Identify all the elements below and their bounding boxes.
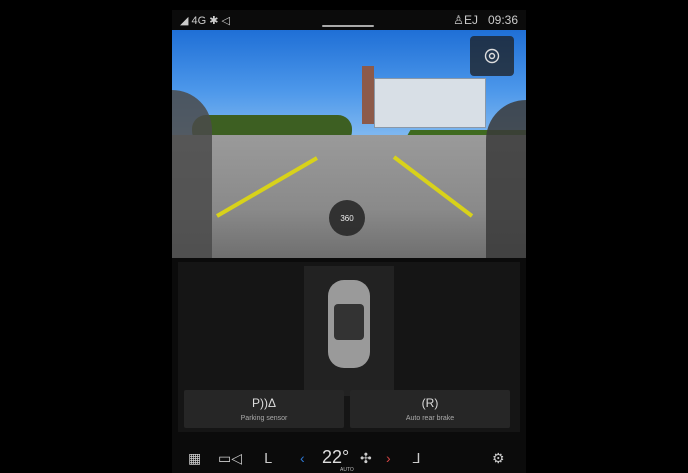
drag-handle[interactable] [322,25,374,27]
car-icon [328,280,370,368]
signal-text: 4G [191,15,207,27]
status-right: ♙EJ 09:36 [453,13,518,27]
camera-icon[interactable]: ▭◁ [218,450,242,467]
camera-left-edge [172,90,212,258]
climate-auto-label: AUTO [340,467,354,473]
guideline-right [392,155,474,218]
parking-sensor-button[interactable]: P))Δ Parking sensor [184,390,344,428]
rear-brake-icon: (R) [421,396,439,410]
home-grid-icon[interactable]: ▦ [188,450,201,467]
seat-icon[interactable]: ᒧ [412,450,421,467]
user-icon: ♙ [453,13,464,27]
parking-sensor-label: Parking sensor [240,415,288,422]
user-initials[interactable]: EJ [464,13,478,27]
camera-360-button[interactable]: 360 [329,200,365,236]
climate-settings-icon[interactable]: ⚙ [492,450,505,467]
car-top-view [304,266,394,396]
camera-settings-button[interactable] [470,36,514,76]
gear-icon [484,48,500,64]
temp-increase-button[interactable]: › [386,450,391,466]
center-display: ◢ 4G ✱ ◁ ♙EJ 09:36 360 P))Δ Parking sens… [172,10,526,473]
fan-icon[interactable]: ✣ [360,450,372,467]
climate-bar: ▦ ▭◁ ᒪ ‹ 22° ✣ › ᒧ AUTO ⚙ [172,444,526,473]
guideline-left [215,156,319,218]
seat-heat-icon[interactable]: ᒪ [264,450,272,467]
auto-rear-brake-label: Auto rear brake [405,415,455,422]
clock: 09:36 [487,13,518,27]
temperature-display[interactable]: 22° [322,447,349,468]
signal-indicator: ◢ 4G ✱ ◁ [180,15,230,27]
auto-rear-brake-button[interactable]: (R) Auto rear brake [350,390,510,428]
camera-360-label: 360 [340,213,354,223]
camera-right-edge [486,100,526,258]
temp-decrease-button[interactable]: ‹ [300,450,305,466]
parking-sensor-icon: P))Δ [251,396,276,410]
status-bar: ◢ 4G ✱ ◁ ♙EJ 09:36 [172,10,526,30]
camera-view: 360 [172,30,526,258]
